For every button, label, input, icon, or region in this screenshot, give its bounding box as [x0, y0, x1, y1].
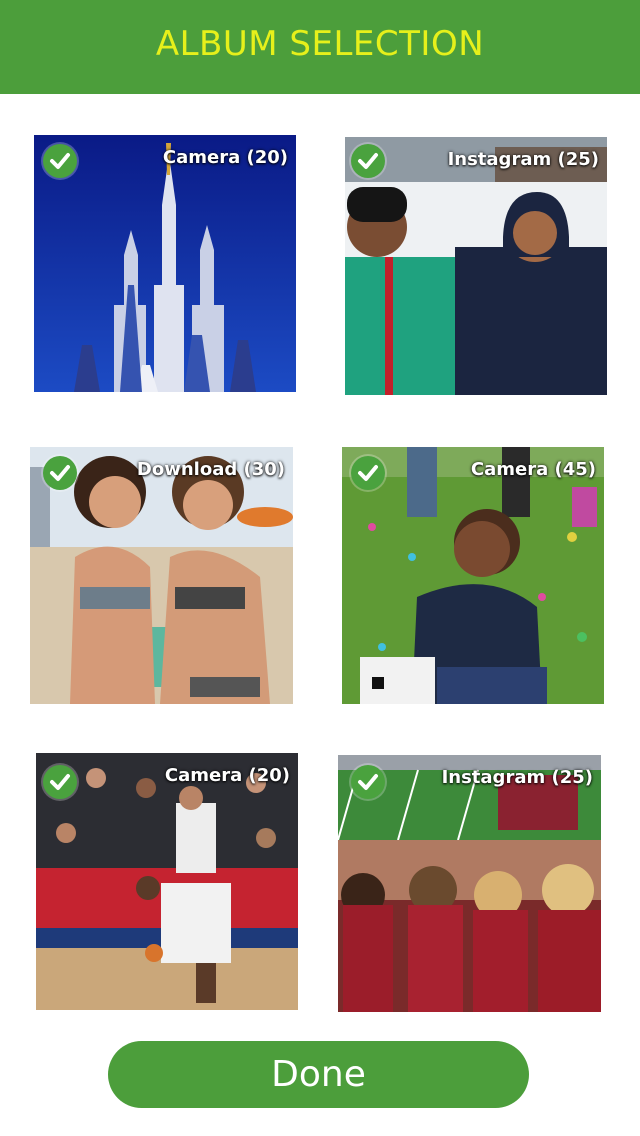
done-button-label: Done — [271, 1054, 366, 1095]
album-tile-instagram[interactable]: Instagram (25) — [345, 137, 607, 395]
selected-check-icon[interactable] — [351, 144, 385, 178]
album-tile-download[interactable]: Download (30) — [30, 447, 293, 704]
album-label: Instagram (25) — [447, 149, 599, 170]
album-tile-camera-20[interactable]: Camera (20) — [36, 753, 298, 1010]
selected-check-icon[interactable] — [351, 456, 385, 490]
album-label: Instagram (25) — [441, 767, 593, 788]
selected-check-icon[interactable] — [43, 765, 77, 799]
album-label: Camera (20) — [162, 147, 288, 168]
album-tile-camera-45[interactable]: Camera (45) — [342, 447, 604, 704]
header-bar: ALBUM SELECTION — [0, 0, 640, 94]
selected-check-icon[interactable] — [43, 144, 77, 178]
selected-check-icon[interactable] — [351, 765, 385, 799]
page-title: ALBUM SELECTION — [155, 24, 485, 64]
selected-check-icon[interactable] — [43, 456, 77, 490]
album-label: Camera (45) — [470, 459, 596, 480]
done-button[interactable]: Done — [108, 1041, 529, 1108]
album-label: Download (30) — [136, 459, 285, 480]
album-tile-instagram-25[interactable]: Instagram (25) — [338, 755, 601, 1012]
album-label: Camera (20) — [164, 765, 290, 786]
album-tile-camera[interactable]: Camera (20) — [34, 135, 296, 392]
